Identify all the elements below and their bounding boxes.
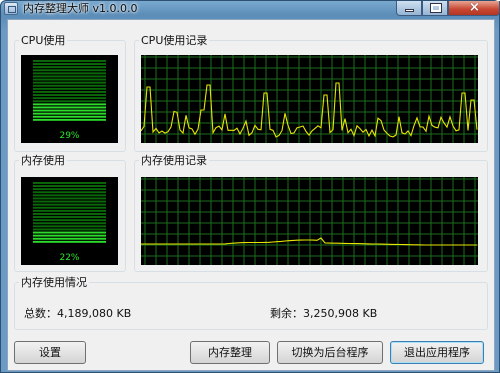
cpu-usage-bars — [33, 60, 106, 121]
cpu-usage-meter: 29% — [21, 55, 118, 143]
mem-history-label: 内存使用记录 — [139, 154, 209, 167]
mem-meter-segment — [33, 197, 106, 200]
cpu-meter-segment — [33, 112, 106, 115]
mem-usage-group: 内存使用 22% — [14, 154, 126, 272]
cpu-meter-segment — [33, 94, 106, 96]
mem-meter-segment — [33, 231, 106, 234]
cpu-history-plot — [141, 55, 478, 143]
mem-usage-label: 内存使用 — [19, 154, 67, 167]
cpu-meter-segment — [33, 118, 106, 121]
cpu-history-line — [141, 82, 478, 138]
mem-meter-segment — [33, 185, 106, 187]
cpu-meter-segment — [33, 109, 106, 112]
minimize-icon — [405, 9, 414, 12]
mem-usage-bars — [33, 182, 106, 243]
mem-info-group: 内存使用情况 总数：4,189,080 KB 剩余：3,250,908 KB — [14, 276, 488, 330]
mem-history-group: 内存使用记录 — [134, 154, 488, 272]
cpu-usage-label: CPU使用 — [19, 34, 68, 47]
cpu-meter-segment — [33, 72, 106, 75]
mem-meter-segment — [33, 240, 106, 243]
mem-meter-segment — [33, 203, 106, 206]
mem-meter-segment — [33, 194, 106, 197]
mem-meter-segment — [33, 188, 106, 191]
mem-history-plot — [141, 177, 478, 265]
close-button[interactable]: × — [448, 0, 500, 16]
maximize-button[interactable] — [422, 1, 448, 16]
cpu-meter-segment — [33, 69, 106, 72]
mem-meter-segment — [33, 234, 106, 237]
cpu-meter-segment — [33, 115, 106, 118]
mem-meter-segment — [33, 200, 106, 203]
cpu-history-group: CPU使用记录 — [134, 34, 488, 152]
mem-usage-percent: 22% — [59, 253, 80, 263]
mem-info-label: 内存使用情况 — [19, 276, 89, 289]
cpu-meter-segment — [33, 78, 106, 81]
cpu-usage-percent: 29% — [59, 131, 80, 141]
mem-meter-segment — [33, 216, 106, 218]
cpu-meter-segment — [33, 91, 106, 93]
cpu-meter-segment — [33, 87, 106, 90]
mem-meter-segment — [33, 225, 106, 228]
cpu-meter-segment — [33, 103, 106, 106]
settings-button[interactable]: 设置 — [14, 341, 86, 364]
optimize-memory-button[interactable]: 内存整理 — [190, 341, 270, 364]
cpu-meter-segment — [33, 81, 106, 84]
switch-to-background-button[interactable]: 切换为后台程序 — [277, 341, 383, 364]
mem-meter-segment — [33, 228, 106, 231]
app-icon — [4, 2, 18, 15]
title-bar[interactable]: 内存整理大师 v1.0.0.0 × — [1, 0, 500, 17]
mem-meter-segment — [33, 219, 106, 222]
mem-meter-segment — [33, 237, 106, 240]
cpu-meter-segment — [33, 63, 106, 65]
cpu-meter-segment — [33, 106, 106, 109]
window-title: 内存整理大师 v1.0.0.0 — [23, 2, 138, 15]
cpu-meter-segment — [33, 75, 106, 78]
cpu-usage-group: CPU使用 29% — [14, 34, 126, 152]
cpu-meter-segment — [33, 66, 106, 69]
mem-meter-segment — [33, 209, 106, 212]
app-window: 内存整理大师 v1.0.0.0 × CPU使用 29% CPU使用记录 内存使用 — [0, 0, 500, 373]
client-area: CPU使用 29% CPU使用记录 内存使用 22% 内存使用记录 内存使用情况… — [7, 19, 495, 371]
total-memory-text: 总数：4,189,080 KB — [24, 307, 132, 320]
free-memory-text: 剩余：3,250,908 KB — [270, 307, 378, 320]
mem-history-line — [141, 237, 477, 246]
cpu-history-label: CPU使用记录 — [139, 34, 210, 47]
close-icon: × — [469, 0, 480, 15]
mem-meter-segment — [33, 191, 106, 194]
cpu-meter-segment — [33, 84, 106, 87]
mem-meter-segment — [33, 182, 106, 184]
exit-app-button[interactable]: 退出应用程序 — [390, 341, 484, 364]
mem-usage-meter: 22% — [21, 177, 118, 265]
mem-history-graph — [141, 177, 478, 265]
mem-meter-segment — [33, 222, 106, 225]
cpu-meter-segment — [33, 60, 106, 62]
maximize-icon — [430, 3, 442, 13]
cpu-meter-segment — [33, 97, 106, 100]
minimize-button[interactable] — [396, 1, 422, 16]
cpu-history-graph — [141, 55, 478, 143]
cpu-meter-segment — [33, 100, 106, 103]
mem-meter-segment — [33, 213, 106, 215]
mem-meter-segment — [33, 206, 106, 209]
